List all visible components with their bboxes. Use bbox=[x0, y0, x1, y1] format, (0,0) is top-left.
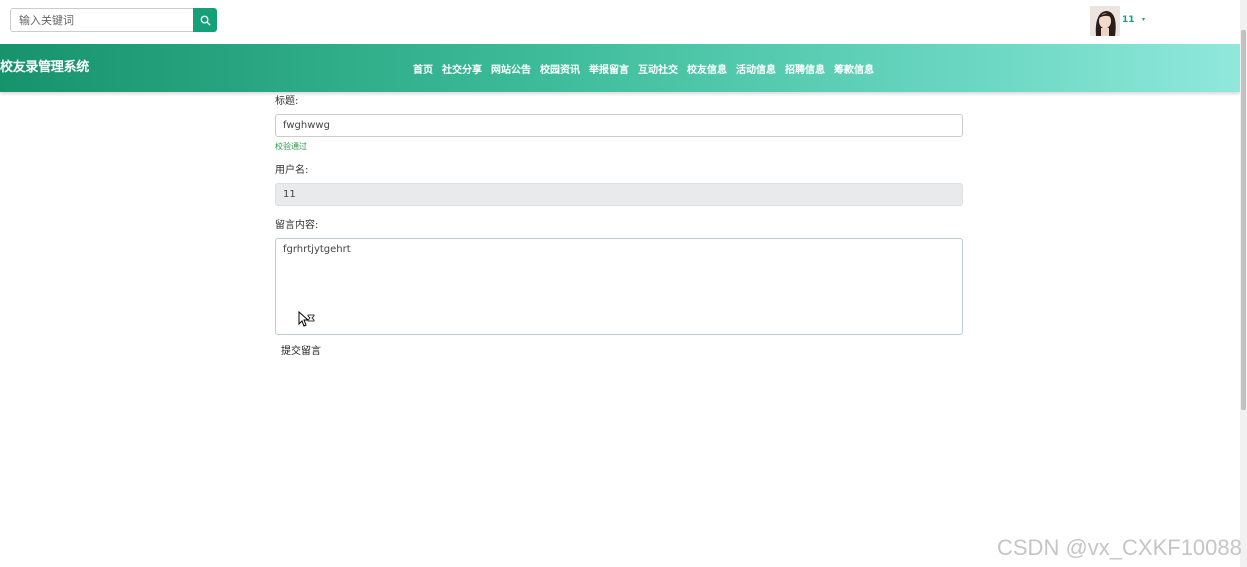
scrollbar-thumb[interactable] bbox=[1241, 30, 1246, 410]
username-label: 用户名: bbox=[275, 165, 309, 176]
nav-item-home[interactable]: 首页 bbox=[408, 61, 437, 76]
nav-item-recruitment[interactable]: 招聘信息 bbox=[780, 61, 829, 76]
nav-item-campus-news[interactable]: 校园资讯 bbox=[535, 61, 584, 76]
username-field: 11 bbox=[275, 183, 963, 206]
scrollbar[interactable] bbox=[1240, 0, 1247, 567]
search-input[interactable] bbox=[10, 8, 193, 32]
nav-item-alumni-info[interactable]: 校友信息 bbox=[682, 61, 731, 76]
user-name[interactable]: 11 bbox=[1122, 15, 1135, 25]
nav-menu: 首页 社交分享 网站公告 校园资讯 举报留言 互动社交 校友信息 活动信息 招聘… bbox=[408, 61, 878, 76]
nav-item-interaction[interactable]: 互动社交 bbox=[633, 61, 682, 76]
title-field[interactable]: fwghwwg bbox=[275, 114, 963, 137]
content-label: 留言内容: bbox=[275, 220, 319, 231]
avatar[interactable] bbox=[1090, 6, 1120, 36]
top-bar: 11 ▾ bbox=[0, 0, 1240, 44]
watermark: CSDN @vx_CXKF10088 bbox=[997, 535, 1242, 560]
content-textarea[interactable]: fgrhrtjytgehrt bbox=[275, 238, 963, 335]
chevron-down-icon[interactable]: ▾ bbox=[1142, 16, 1145, 23]
nav-item-activities[interactable]: 活动信息 bbox=[731, 61, 780, 76]
search-icon bbox=[200, 11, 211, 30]
nav-item-report-messages[interactable]: 举报留言 bbox=[584, 61, 633, 76]
nav-item-social-share[interactable]: 社交分享 bbox=[437, 61, 486, 76]
title-valid-message: 校验通过 bbox=[275, 142, 307, 151]
nav-banner: 校友录管理系统 首页 社交分享 网站公告 校园资讯 举报留言 互动社交 校友信息… bbox=[0, 44, 1240, 92]
message-form: 标题: fwghwwg 校验通过 用户名: 11 留言内容: fgrhrtjyt… bbox=[275, 92, 963, 335]
site-title: 校友录管理系统 bbox=[0, 60, 89, 75]
cursor-icon bbox=[298, 310, 316, 331]
submit-button[interactable]: 提交留言 bbox=[281, 342, 321, 357]
nav-item-fundraising[interactable]: 筹款信息 bbox=[829, 61, 878, 76]
search-button[interactable] bbox=[193, 8, 217, 32]
nav-item-announcements[interactable]: 网站公告 bbox=[486, 61, 535, 76]
title-label: 标题: bbox=[275, 96, 299, 107]
